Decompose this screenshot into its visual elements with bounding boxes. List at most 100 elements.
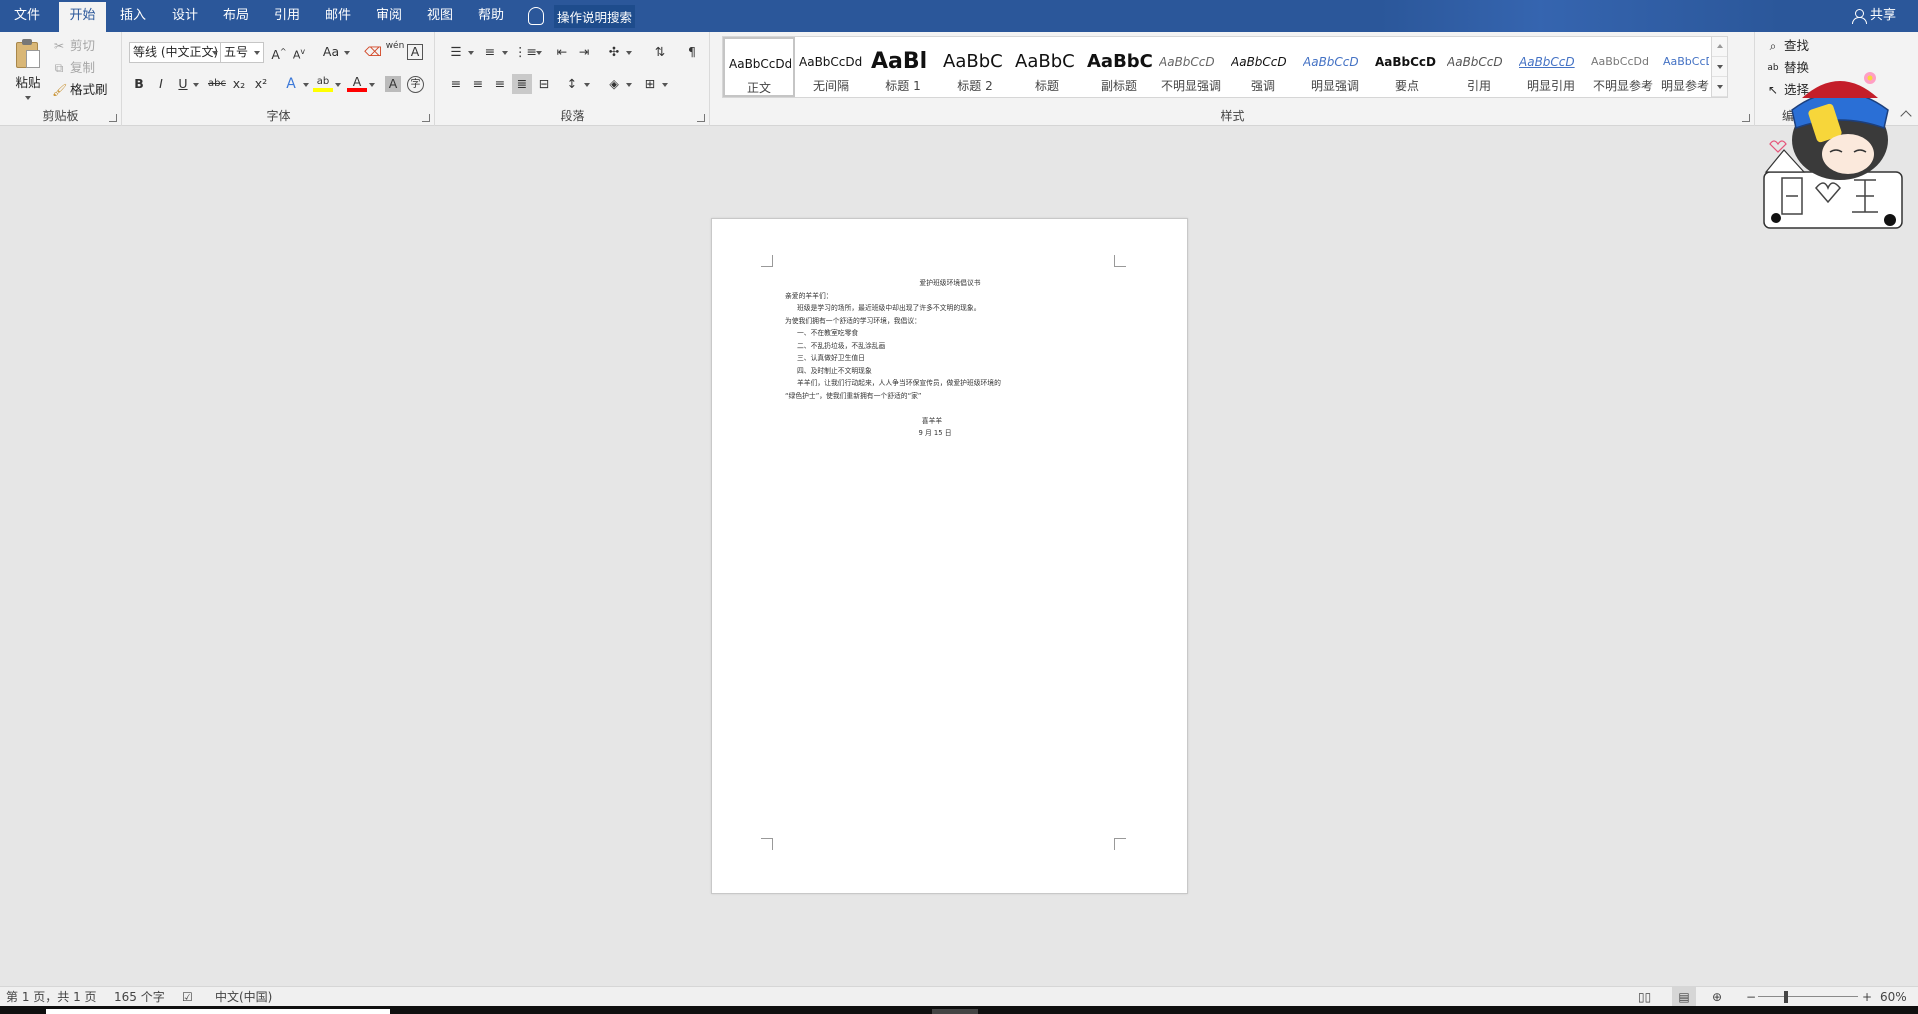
style-quote[interactable]: AaBbCcD 引用 [1443, 37, 1515, 97]
tab-home[interactable]: 开始 [59, 2, 106, 32]
tab-view[interactable]: 视图 [417, 0, 463, 32]
bold-button[interactable]: B [129, 74, 149, 94]
paragraph-launcher-icon[interactable] [697, 114, 705, 122]
line-spacing-button[interactable]: ↕ [562, 74, 582, 94]
shrink-font-button[interactable]: Av [289, 42, 309, 62]
copy-button[interactable]: ⧉ 复制 [52, 58, 95, 78]
change-case-dropdown-arrow[interactable] [344, 51, 350, 55]
style-title[interactable]: AaBbC 标题 [1011, 37, 1083, 97]
style-heading-2[interactable]: AaBbC 标题 2 [939, 37, 1011, 97]
style-no-spacing[interactable]: AaBbCcDd 无间隔 [795, 37, 867, 97]
tab-insert[interactable]: 插入 [110, 0, 156, 32]
chinese-layout-dropdown-arrow[interactable] [626, 51, 632, 55]
shading-button[interactable]: ◈ [604, 74, 624, 94]
clipboard-launcher-icon[interactable] [109, 114, 117, 122]
underline-button[interactable]: U [173, 74, 193, 94]
tab-layout[interactable]: 布局 [213, 0, 259, 32]
multilevel-dropdown-arrow[interactable] [536, 51, 542, 55]
cut-button[interactable]: ✂ 剪切 [52, 36, 95, 56]
zoom-in-button[interactable]: + [1862, 987, 1872, 1007]
gallery-scroll-up[interactable] [1712, 37, 1727, 57]
borders-button[interactable]: ⊞ [640, 74, 660, 94]
style-intense-quote[interactable]: AaBbCcD 明显引用 [1515, 37, 1587, 97]
highlight-button[interactable]: ab [313, 72, 333, 92]
format-painter-button[interactable]: 🖌 格式刷 [52, 80, 108, 100]
document-page[interactable]: 爱护班级环境倡议书 亲爱的羊羊们： 班级是学习的场所，最近班级中却出现了许多不文… [711, 218, 1188, 894]
clear-formatting-button[interactable]: ⌫ [363, 42, 383, 62]
underline-dropdown-arrow[interactable] [193, 83, 199, 87]
bullets-dropdown-arrow[interactable] [468, 51, 474, 55]
font-size-select[interactable]: 五号 [220, 42, 264, 63]
numbering-dropdown-arrow[interactable] [502, 51, 508, 55]
grow-font-button[interactable]: A^ [269, 42, 289, 62]
document-body[interactable]: 爱护班级环境倡议书 亲爱的羊羊们： 班级是学习的场所，最近班级中却出现了许多不文… [785, 277, 1115, 440]
strikethrough-button[interactable]: abc [205, 74, 229, 94]
multilevel-list-button[interactable]: ⋮≡ [514, 42, 537, 62]
language[interactable]: 中文(中国) [215, 987, 272, 1007]
align-center-button[interactable]: ≡ [468, 74, 488, 94]
italic-button[interactable]: I [151, 74, 171, 94]
phonetic-guide-button[interactable]: wén [385, 40, 405, 60]
sort-button[interactable]: ⇅ [650, 42, 670, 62]
word-count[interactable]: 165 个字 [114, 987, 165, 1007]
find-button[interactable]: ⌕ 查找 [1766, 36, 1809, 56]
tab-references[interactable]: 引用 [264, 0, 310, 32]
zoom-slider-thumb[interactable] [1784, 991, 1788, 1003]
bullets-button[interactable]: ☰ [446, 42, 466, 62]
text-effects-button[interactable]: A [281, 74, 301, 94]
print-layout-icon[interactable]: ▤ [1672, 987, 1696, 1007]
distributed-button[interactable]: ⊟ [534, 74, 554, 94]
read-mode-icon[interactable]: ▯▯ [1638, 987, 1651, 1007]
highlight-dropdown-arrow[interactable] [335, 83, 341, 87]
justify-button[interactable]: ≣ [512, 74, 532, 94]
gallery-more[interactable] [1712, 77, 1727, 97]
font-name-select[interactable]: 等线 (中文正文) [129, 42, 222, 63]
style-heading-1[interactable]: AaBl 标题 1 [867, 37, 939, 97]
paste-dropdown-arrow[interactable] [25, 96, 31, 100]
proofing-icon[interactable]: ☑ [182, 987, 193, 1007]
style-strong[interactable]: AaBbCcD 要点 [1371, 37, 1443, 97]
subscript-button[interactable]: x₂ [229, 74, 249, 94]
zoom-level[interactable]: 60% [1880, 987, 1907, 1007]
text-effects-dropdown-arrow[interactable] [303, 83, 309, 87]
align-right-button[interactable]: ≡ [490, 74, 510, 94]
styles-launcher-icon[interactable] [1742, 114, 1750, 122]
show-marks-button[interactable]: ¶ [682, 42, 702, 62]
enclose-characters-button[interactable]: 字 [407, 76, 424, 93]
align-left-button[interactable]: ≡ [446, 74, 466, 94]
superscript-button[interactable]: x² [251, 74, 271, 94]
style-subtle-emphasis[interactable]: AaBbCcD 不明显强调 [1155, 37, 1227, 97]
character-border-button[interactable]: A [407, 44, 423, 60]
tab-file[interactable]: 文件 [0, 0, 54, 32]
tab-help[interactable]: 帮助 [468, 0, 514, 32]
increase-indent-button[interactable]: ⇥ [574, 42, 594, 62]
numbering-button[interactable]: ≡ [480, 42, 500, 62]
tab-design[interactable]: 设计 [162, 0, 208, 32]
font-color-button[interactable]: A [347, 72, 367, 92]
zoom-out-button[interactable]: − [1746, 987, 1756, 1007]
font-color-dropdown-arrow[interactable] [369, 83, 375, 87]
change-case-button[interactable]: Aa [319, 42, 343, 62]
style-subtle-reference[interactable]: AaBbCcDd 不明显参考 [1587, 37, 1659, 97]
line-spacing-dropdown-arrow[interactable] [584, 83, 590, 87]
paste-button[interactable]: 粘贴 [8, 38, 48, 100]
style-emphasis[interactable]: AaBbCcD 强调 [1227, 37, 1299, 97]
style-normal[interactable]: AaBbCcDd 正文 [723, 37, 795, 97]
font-launcher-icon[interactable] [422, 114, 430, 122]
zoom-slider[interactable] [1758, 996, 1858, 997]
chinese-layout-button[interactable]: ✣ [604, 42, 624, 62]
style-intense-reference[interactable]: AaBbCcDd 明显参考 [1659, 37, 1711, 97]
share-button[interactable]: 共享 [1851, 0, 1896, 32]
shading-dropdown-arrow[interactable] [626, 83, 632, 87]
tell-me-search[interactable]: 操作说明搜索 [528, 0, 638, 32]
web-layout-icon[interactable]: ⊕ [1712, 987, 1722, 1007]
style-subtitle[interactable]: AaBbC 副标题 [1083, 37, 1155, 97]
style-intense-emphasis[interactable]: AaBbCcD 明显强调 [1299, 37, 1371, 97]
character-shading-button[interactable]: A [385, 76, 401, 92]
borders-dropdown-arrow[interactable] [662, 83, 668, 87]
tab-mailings[interactable]: 邮件 [315, 0, 361, 32]
gallery-scroll-down[interactable] [1712, 57, 1727, 77]
page-count[interactable]: 第 1 页，共 1 页 [6, 987, 97, 1007]
tab-review[interactable]: 审阅 [366, 0, 412, 32]
decrease-indent-button[interactable]: ⇤ [552, 42, 572, 62]
